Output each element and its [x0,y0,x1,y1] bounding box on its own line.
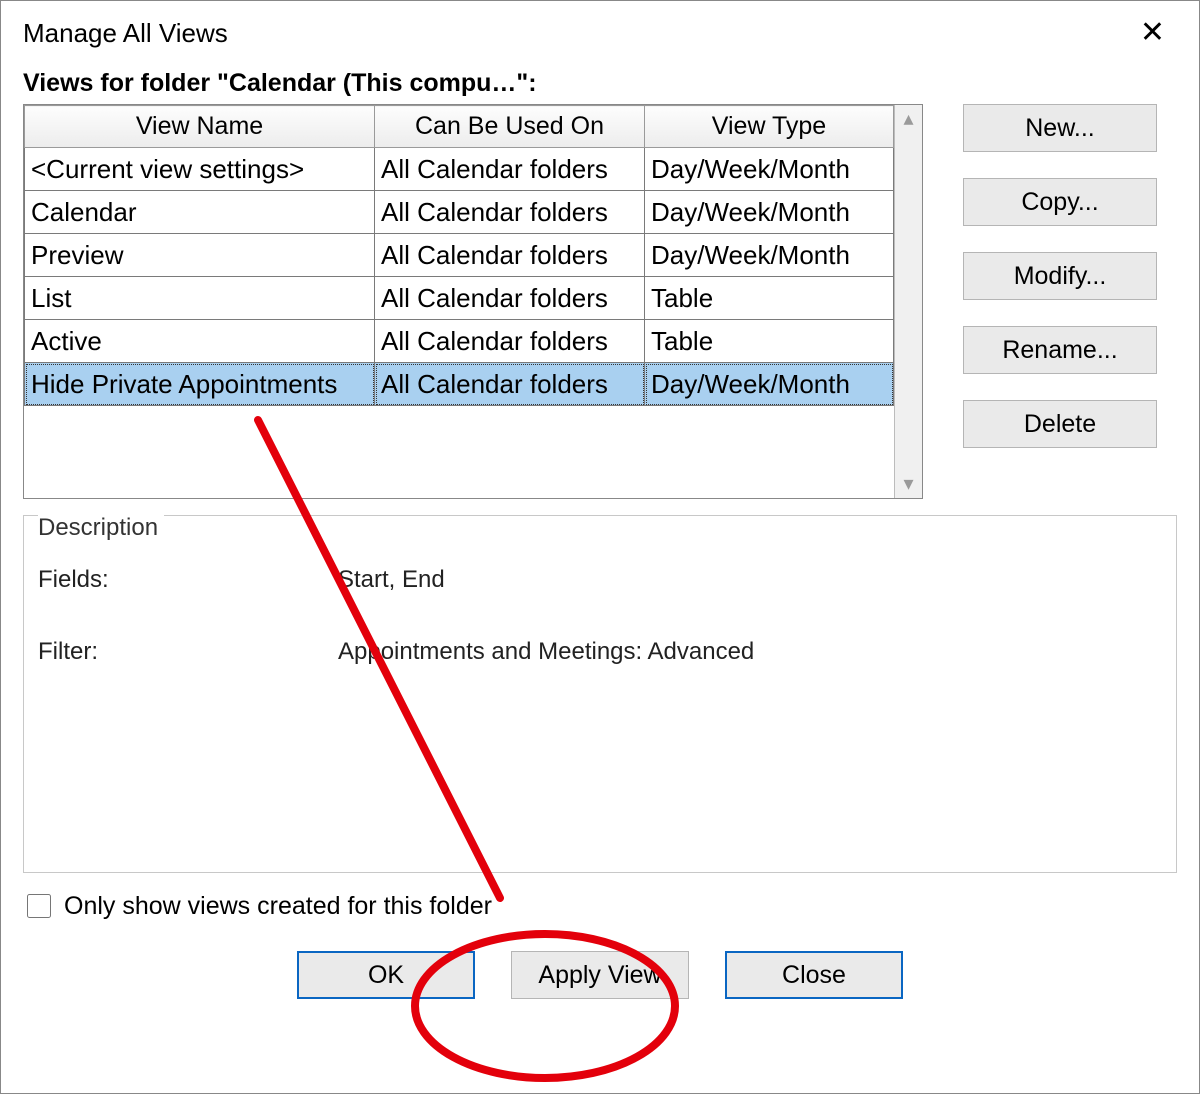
only-show-views-checkbox[interactable] [27,894,51,918]
modify-button[interactable]: Modify... [963,252,1157,300]
col-can-be-used-on[interactable]: Can Be Used On [375,106,645,148]
table-cell: All Calendar folders [375,320,645,363]
table-cell: Day/Week/Month [645,191,894,234]
table-cell: All Calendar folders [375,363,645,406]
new-button[interactable]: New... [963,104,1157,152]
views-table-container: View Name Can Be Used On View Type <Curr… [23,104,923,499]
table-cell: Active [25,320,375,363]
table-cell: <Current view settings> [25,148,375,191]
views-for-folder-label: Views for folder "Calendar (This compu…"… [1,65,1199,104]
table-cell: Hide Private Appointments [25,363,375,406]
filter-label: Filter: [38,638,338,666]
scroll-up-icon[interactable]: ▴ [903,109,913,129]
fields-value: Start, End [338,566,445,594]
table-cell: Calendar [25,191,375,234]
table-cell: Table [645,277,894,320]
table-header-row: View Name Can Be Used On View Type [25,106,894,148]
col-view-type[interactable]: View Type [645,106,894,148]
scroll-down-icon[interactable]: ▾ [903,474,913,494]
side-button-stack: New... Copy... Modify... Rename... Delet… [963,104,1157,448]
copy-button[interactable]: Copy... [963,178,1157,226]
description-groupbox: Description Fields: Start, End Filter: A… [23,515,1177,873]
description-legend: Description [38,514,164,542]
dialog-title: Manage All Views [23,18,228,49]
table-cell: All Calendar folders [375,277,645,320]
dialog-titlebar: Manage All Views ✕ [1,1,1199,65]
table-cell: All Calendar folders [375,234,645,277]
table-row[interactable]: <Current view settings>All Calendar fold… [25,148,894,191]
col-view-name[interactable]: View Name [25,106,375,148]
table-cell: All Calendar folders [375,148,645,191]
only-show-views-label: Only show views created for this folder [64,892,492,921]
dialog-bottom-buttons: OK Apply View Close [1,951,1199,999]
table-row[interactable]: PreviewAll Calendar foldersDay/Week/Mont… [25,234,894,277]
ok-button[interactable]: OK [297,951,475,999]
table-cell: Day/Week/Month [645,363,894,406]
table-row[interactable]: CalendarAll Calendar foldersDay/Week/Mon… [25,191,894,234]
table-row[interactable]: ListAll Calendar foldersTable [25,277,894,320]
delete-button[interactable]: Delete [963,400,1157,448]
table-row[interactable]: ActiveAll Calendar foldersTable [25,320,894,363]
table-row[interactable]: Hide Private AppointmentsAll Calendar fo… [25,363,894,406]
table-cell: All Calendar folders [375,191,645,234]
table-cell: Table [645,320,894,363]
filter-value: Appointments and Meetings: Advanced [338,638,754,666]
only-show-views-checkbox-row[interactable]: Only show views created for this folder [1,873,1199,921]
table-cell: Preview [25,234,375,277]
manage-all-views-dialog: Manage All Views ✕ Views for folder "Cal… [0,0,1200,1094]
table-cell: Day/Week/Month [645,234,894,277]
fields-label: Fields: [38,566,338,594]
main-content-row: View Name Can Be Used On View Type <Curr… [1,104,1199,499]
table-cell: Day/Week/Month [645,148,894,191]
apply-view-button[interactable]: Apply View [511,951,689,999]
close-button[interactable]: Close [725,951,903,999]
views-table[interactable]: View Name Can Be Used On View Type <Curr… [24,105,894,498]
table-cell: List [25,277,375,320]
rename-button[interactable]: Rename... [963,326,1157,374]
table-vertical-scrollbar[interactable]: ▴ ▾ [894,105,922,498]
close-icon[interactable]: ✕ [1128,14,1177,52]
